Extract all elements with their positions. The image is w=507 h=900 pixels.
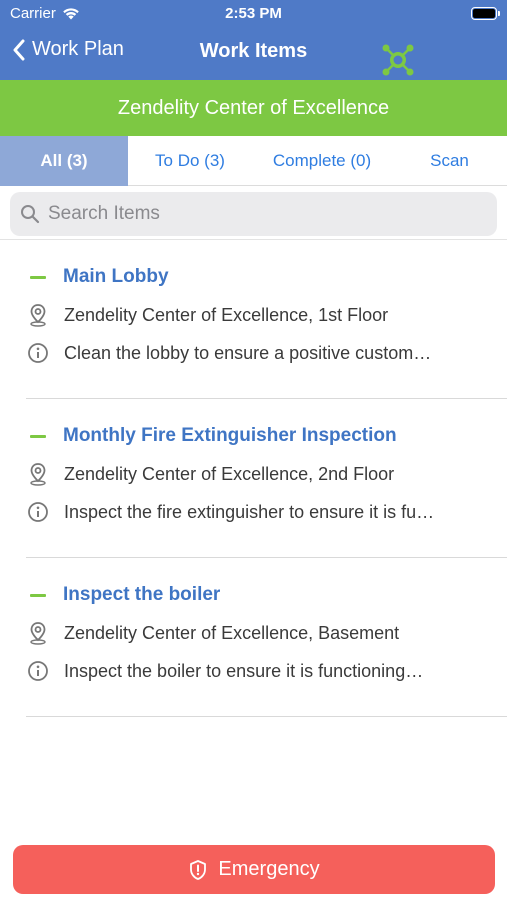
tab-scan[interactable]: Scan [392, 136, 507, 186]
shield-alert-icon [190, 859, 207, 880]
location-banner: Zendelity Center of Excellence [0, 80, 507, 136]
work-item-location: Zendelity Center of Excellence, 2nd Floo… [64, 463, 395, 484]
work-item-title: Monthly Fire Extinguisher Inspection [63, 425, 397, 446]
navigation-bar: Work Plan Work Items [0, 30, 507, 78]
status-dash-icon [30, 275, 46, 279]
work-item[interactable]: Inspect the boiler Zendelity Center of E… [0, 558, 507, 717]
work-item-location: Zendelity Center of Excellence, 1st Floo… [64, 304, 389, 325]
chevron-left-icon [13, 39, 25, 60]
tab-complete[interactable]: Complete (0) [252, 136, 392, 186]
work-item[interactable]: Monthly Fire Extinguisher Inspection Zen… [0, 399, 507, 558]
search-icon [21, 205, 40, 224]
work-item-location: Zendelity Center of Excellence, Basement [64, 622, 400, 643]
search-field[interactable] [10, 192, 497, 236]
divider [26, 716, 507, 717]
back-button[interactable]: Work Plan [12, 38, 124, 61]
app-header: Carrier 2:53 PM Work Plan Work Items [0, 0, 507, 80]
network-logo-icon[interactable] [380, 42, 416, 78]
location-pin-icon [26, 303, 50, 327]
status-dash-icon [30, 434, 46, 438]
emergency-button-label: Emergency [218, 858, 320, 880]
location-pin-icon [26, 462, 50, 486]
status-dash-icon [30, 593, 46, 597]
work-item-description: Clean the lobby to ensure a positive cus… [64, 342, 432, 363]
info-icon [26, 341, 50, 365]
work-items-list: Main Lobby Zendelity Center of Excellenc… [0, 240, 507, 717]
work-item-title: Main Lobby [63, 266, 169, 287]
location-pin-icon [26, 621, 50, 645]
work-item-title: Inspect the boiler [63, 584, 221, 605]
tab-all[interactable]: All (3) [0, 136, 128, 186]
battery-icon [471, 7, 500, 20]
back-button-label: Work Plan [32, 38, 124, 60]
status-bar: Carrier 2:53 PM [0, 0, 507, 28]
search-bar [0, 186, 507, 240]
tab-to-do[interactable]: To Do (3) [128, 136, 252, 186]
status-time: 2:53 PM [225, 5, 282, 22]
work-item-description: Inspect the fire extinguisher to ensure … [64, 501, 435, 522]
search-input[interactable] [48, 203, 488, 225]
info-icon [26, 659, 50, 683]
emergency-button[interactable]: Emergency [13, 845, 495, 894]
filter-tabs: All (3) To Do (3) Complete (0) Scan [0, 136, 507, 186]
work-item-description: Inspect the boiler to ensure it is funct… [64, 660, 424, 681]
work-item[interactable]: Main Lobby Zendelity Center of Excellenc… [0, 240, 507, 399]
info-icon [26, 500, 50, 524]
